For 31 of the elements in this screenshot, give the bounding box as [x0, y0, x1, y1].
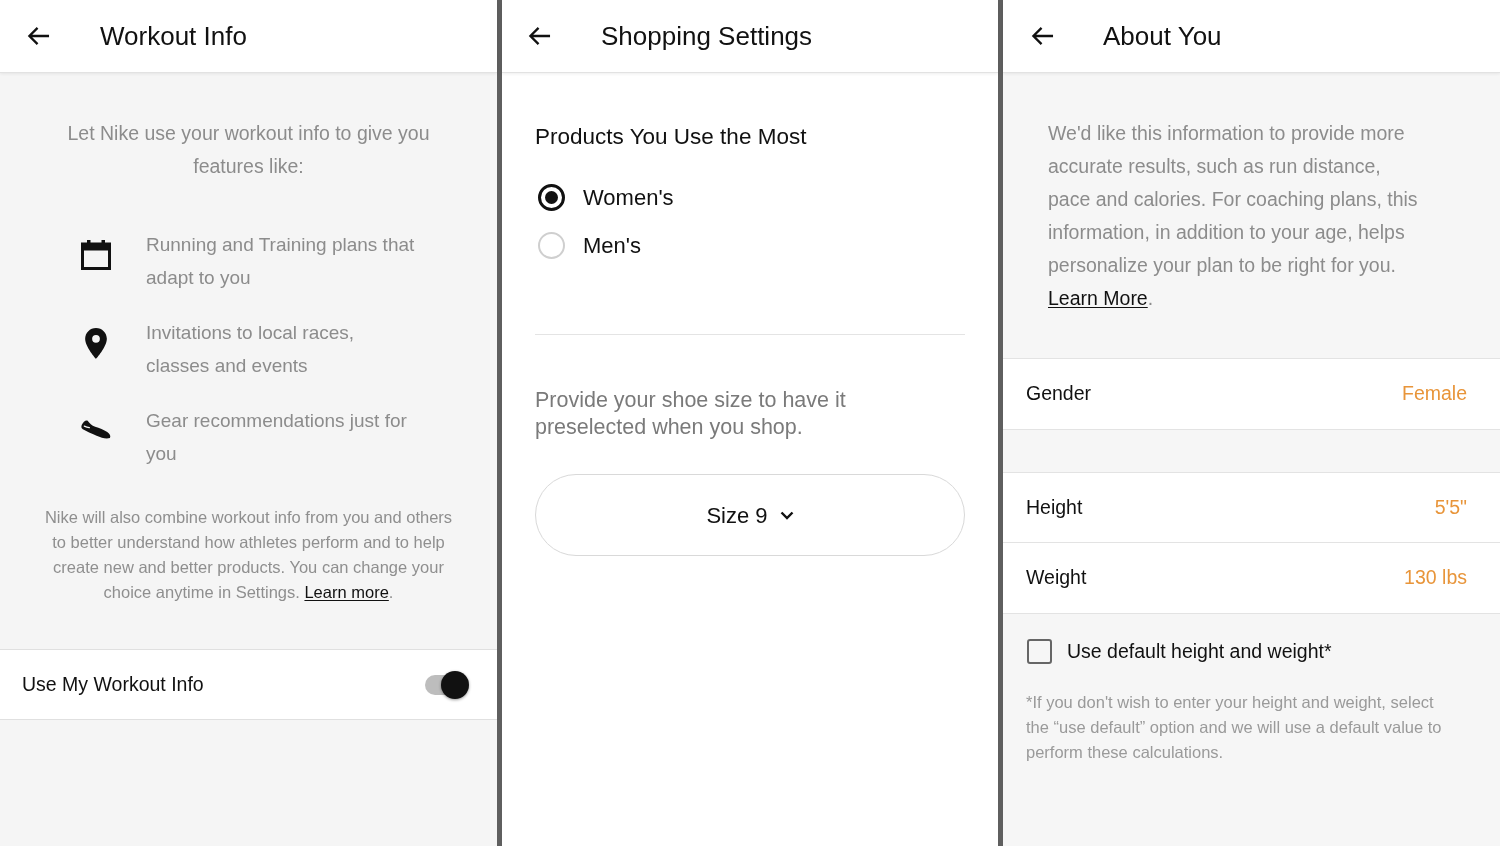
chevron-down-icon — [779, 510, 794, 520]
radio-label[interactable]: Men's — [583, 229, 641, 262]
field-label: Weight — [1026, 565, 1087, 591]
info-paragraph: Nike will also combine workout info from you and others to better understand how athletes perform and to help create new and better products. You can change your choice anytime in Settings. Learn more. — [43, 507, 454, 603]
checkbox-label[interactable]: Use default height and weight* — [1067, 637, 1332, 667]
back-arrow-icon[interactable] — [1031, 26, 1054, 46]
screen-title: Shopping Settings — [601, 20, 813, 52]
checkbox[interactable] — [1027, 639, 1052, 665]
feature-text: Invitations to local races, classes and events — [146, 321, 356, 378]
toggle-switch[interactable] — [425, 670, 469, 699]
learn-more-link[interactable]: Learn more — [304, 583, 389, 601]
info-paragraph: We'd like this information to provide more accurate results, such as run distance, pace and calories. For coaching plans, this information, in addition to your age, helps personalize your plan to be right for you. Learn More. — [1048, 121, 1419, 311]
size-dropdown[interactable]: Size 9 — [535, 474, 965, 556]
location-pin-icon — [85, 328, 107, 359]
field-label: Height — [1026, 494, 1083, 520]
field-label: Gender — [1026, 381, 1092, 407]
shoe-size-prompt: Provide your shoe size to have it preselected when you shop. — [535, 387, 847, 441]
footnote-text: *If you don't wish to enter your height and weight, select the “use default” option and we will use a default value to perform these calculations. — [1026, 692, 1443, 764]
screen-title: About You — [1103, 20, 1222, 52]
section-heading: Products You Use the Most — [535, 123, 807, 150]
intro-text: Let Nike use your workout info to give you features like: — [66, 121, 431, 179]
back-arrow-icon[interactable] — [528, 26, 551, 46]
toggle-label: Use My Workout Info — [22, 671, 204, 697]
back-arrow-icon[interactable] — [27, 26, 50, 46]
radio-label[interactable]: Women's — [583, 181, 674, 214]
calendar-icon — [81, 240, 111, 270]
screen-title: Workout Info — [100, 20, 247, 52]
feature-text: Running and Training plans that adapt to you — [146, 233, 416, 290]
feature-text: Gear recommendations just for you — [146, 409, 408, 466]
learn-more-link[interactable]: Learn More — [1048, 287, 1148, 309]
radio-button[interactable] — [538, 184, 565, 211]
